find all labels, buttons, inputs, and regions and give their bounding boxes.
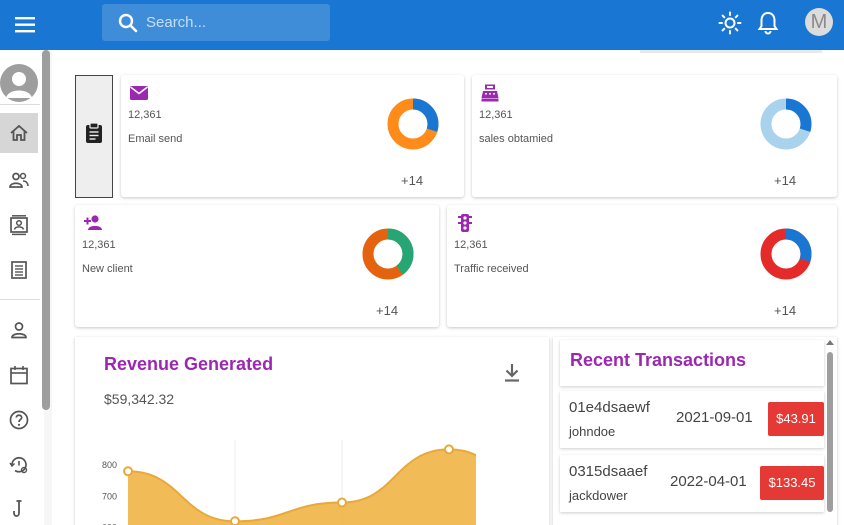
search-input[interactable] <box>146 9 322 36</box>
bell-icon[interactable] <box>757 11 779 35</box>
cash-register-icon <box>481 84 499 102</box>
transaction-id: 0315dsaaef <box>569 463 648 480</box>
stat-label: New client <box>82 263 133 275</box>
receipt-icon <box>11 261 27 279</box>
revenue-point <box>337 497 347 508</box>
sidebar-user-avatar[interactable] <box>0 64 38 102</box>
sidebar-item-tools[interactable] <box>0 490 38 525</box>
sidebar-item-invoices[interactable] <box>0 250 38 290</box>
traffic-icon <box>458 214 472 232</box>
menu-icon[interactable] <box>14 14 38 36</box>
sidebar-item-history[interactable] <box>0 445 38 485</box>
clipboard-icon <box>86 122 102 143</box>
y-tick-label: 800 <box>102 460 117 470</box>
stat-value: 12,361 <box>128 109 162 121</box>
search-icon[interactable] <box>118 13 138 33</box>
search-box <box>102 4 330 41</box>
calendar-icon <box>10 366 28 385</box>
revenue-total: $59,342.32 <box>104 391 175 407</box>
transactions-title: Recent Transactions <box>570 350 747 370</box>
user-avatar[interactable]: M <box>805 8 833 36</box>
sidebar-item-team[interactable] <box>0 160 38 200</box>
people-icon <box>9 172 29 188</box>
revenue-area <box>128 449 476 525</box>
sidebar-item-profile[interactable] <box>0 310 38 350</box>
transaction-date: 2022-04-01 <box>670 473 747 490</box>
contacts-icon <box>10 215 28 236</box>
transaction-amount-badge: $43.91 <box>768 402 824 436</box>
stat-increase: +14 <box>774 173 797 188</box>
sidebar-item-contacts[interactable] <box>0 205 38 245</box>
progress-donut <box>362 228 414 280</box>
clipboard-button[interactable] <box>75 75 113 198</box>
stat-label: Traffic received <box>454 263 529 275</box>
stat-card-new-client: 12,361 New client +14 <box>75 205 439 327</box>
person-icon <box>11 322 27 339</box>
header-strip <box>640 50 822 53</box>
transaction-row[interactable]: 0315dsaaef jackdower 2022-04-01 $133.45 <box>560 455 824 512</box>
hook-icon <box>13 500 22 517</box>
stat-increase: +14 <box>376 303 399 318</box>
stat-label: Email send <box>128 133 183 145</box>
home-icon <box>10 124 28 141</box>
sidebar-item-home[interactable] <box>0 113 38 153</box>
transactions-scrollbar[interactable] <box>827 352 833 512</box>
progress-donut <box>760 98 812 150</box>
sidebar-scrollbar[interactable] <box>42 50 50 410</box>
transaction-date: 2021-09-01 <box>676 409 753 426</box>
transaction-id: 01e4dsaewf <box>569 399 650 416</box>
stat-card-traffic: 12,361 Traffic received +14 <box>447 205 837 327</box>
help-icon <box>9 410 29 430</box>
history-settings-icon <box>9 456 28 474</box>
transaction-row[interactable]: 01e4dsaewf johndoe 2021-09-01 $43.91 <box>560 391 824 448</box>
sidebar-item-calendar[interactable] <box>0 355 38 395</box>
stat-increase: +14 <box>401 173 424 188</box>
revenue-point <box>444 444 454 455</box>
progress-donut <box>387 98 439 150</box>
top-app-bar: M <box>0 0 844 50</box>
transaction-user: johndoe <box>569 424 616 439</box>
person-add-icon <box>84 215 102 230</box>
revenue-point <box>230 516 240 525</box>
sidebar-divider <box>0 299 40 300</box>
stat-card-email: 12,361 Email send +14 <box>121 75 464 197</box>
download-button[interactable] <box>502 362 522 384</box>
transaction-user: jackdower <box>569 488 628 503</box>
revenue-point <box>123 466 133 477</box>
stat-value: 12,361 <box>479 109 513 121</box>
download-icon <box>505 364 519 382</box>
sidebar-divider <box>0 104 40 105</box>
revenue-title: Revenue Generated <box>104 354 274 374</box>
email-icon <box>130 86 148 100</box>
stat-increase: +14 <box>774 303 797 318</box>
scroll-up-arrow[interactable] <box>826 340 834 345</box>
progress-donut <box>760 228 812 280</box>
revenue-area-chart: 800700600 <box>102 440 476 525</box>
stat-value: 12,361 <box>454 239 488 251</box>
transaction-amount-badge: $133.45 <box>760 466 824 500</box>
sun-icon[interactable] <box>718 11 742 35</box>
sidebar-item-faq[interactable] <box>0 400 38 440</box>
stat-label: sales obtamied <box>479 133 553 145</box>
y-tick-label: 700 <box>102 491 117 501</box>
stat-card-sales: 12,361 sales obtamied +14 <box>472 75 837 197</box>
stat-value: 12,361 <box>82 239 116 251</box>
